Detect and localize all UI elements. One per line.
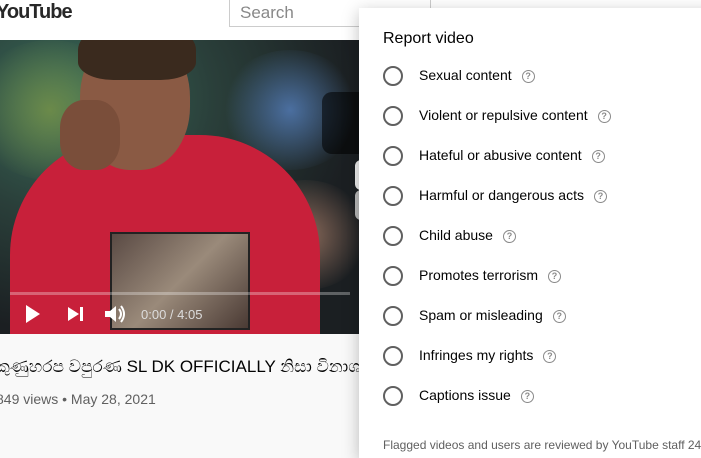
help-icon[interactable]: ?	[597, 110, 611, 123]
report-option-infringes-rights[interactable]: Infringes my rights?	[381, 342, 701, 370]
radio-button[interactable]	[383, 186, 403, 206]
option-label: Infringes my rights	[419, 347, 534, 363]
radio-button[interactable]	[383, 226, 403, 246]
report-option-hateful-content[interactable]: Hateful or abusive content?	[381, 142, 701, 170]
radio-button[interactable]	[383, 106, 403, 126]
option-label: Hateful or abusive content	[419, 147, 582, 163]
report-option-spam[interactable]: Spam or misleading?	[381, 302, 701, 330]
option-label: Captions issue	[419, 387, 511, 403]
help-icon[interactable]: ?	[543, 350, 557, 363]
help-icon[interactable]: ?	[552, 310, 566, 323]
report-video-dialog: Report video Sexual content? Violent or …	[359, 8, 701, 458]
radio-button[interactable]	[383, 306, 403, 326]
volume-icon[interactable]	[104, 304, 128, 329]
radio-button[interactable]	[383, 386, 403, 406]
video-title: කුණුහරප වපුරණ SL DK OFFICIALLY නිසා විනා…	[0, 357, 373, 376]
option-label: Spam or misleading	[419, 307, 543, 323]
radio-button[interactable]	[383, 66, 403, 86]
report-option-harmful-acts[interactable]: Harmful or dangerous acts?	[381, 182, 701, 210]
youtube-logo[interactable]: YouTube	[0, 1, 73, 24]
progress-bar[interactable]	[10, 292, 350, 295]
report-option-child-abuse[interactable]: Child abuse?	[381, 222, 701, 250]
help-icon[interactable]: ?	[521, 70, 535, 83]
video-meta: 849 views • May 28, 2021	[0, 391, 156, 407]
report-option-sexual-content[interactable]: Sexual content?	[381, 62, 701, 90]
help-icon[interactable]: ?	[502, 230, 516, 243]
option-label: Harmful or dangerous acts	[419, 187, 584, 203]
report-option-terrorism[interactable]: Promotes terrorism?	[381, 262, 701, 290]
dialog-title: Report video	[383, 30, 474, 47]
report-option-violent-content[interactable]: Violent or repulsive content?	[381, 102, 701, 130]
skip-next-icon[interactable]	[67, 306, 85, 327]
radio-button[interactable]	[383, 146, 403, 166]
help-icon[interactable]: ?	[593, 190, 607, 203]
video-frame-hand	[60, 100, 120, 170]
review-footnote: Flagged videos and users are reviewed by…	[383, 438, 701, 452]
option-label: Violent or repulsive content	[419, 107, 588, 123]
radio-button[interactable]	[383, 266, 403, 286]
help-icon[interactable]: ?	[548, 270, 562, 283]
option-label: Child abuse	[419, 227, 493, 243]
radio-button[interactable]	[383, 346, 403, 366]
video-frame-hair	[78, 40, 196, 80]
help-icon[interactable]: ?	[591, 150, 605, 163]
option-label: Sexual content	[419, 67, 512, 83]
search-placeholder: Search	[240, 3, 294, 22]
option-label: Promotes terrorism	[419, 267, 539, 283]
video-player[interactable]: 0:00 / 4:05	[0, 40, 360, 334]
play-icon[interactable]	[24, 304, 42, 329]
time-display: 0:00 / 4:05	[141, 307, 203, 322]
help-icon[interactable]: ?	[520, 390, 534, 403]
report-option-captions-issue[interactable]: Captions issue?	[381, 382, 701, 410]
